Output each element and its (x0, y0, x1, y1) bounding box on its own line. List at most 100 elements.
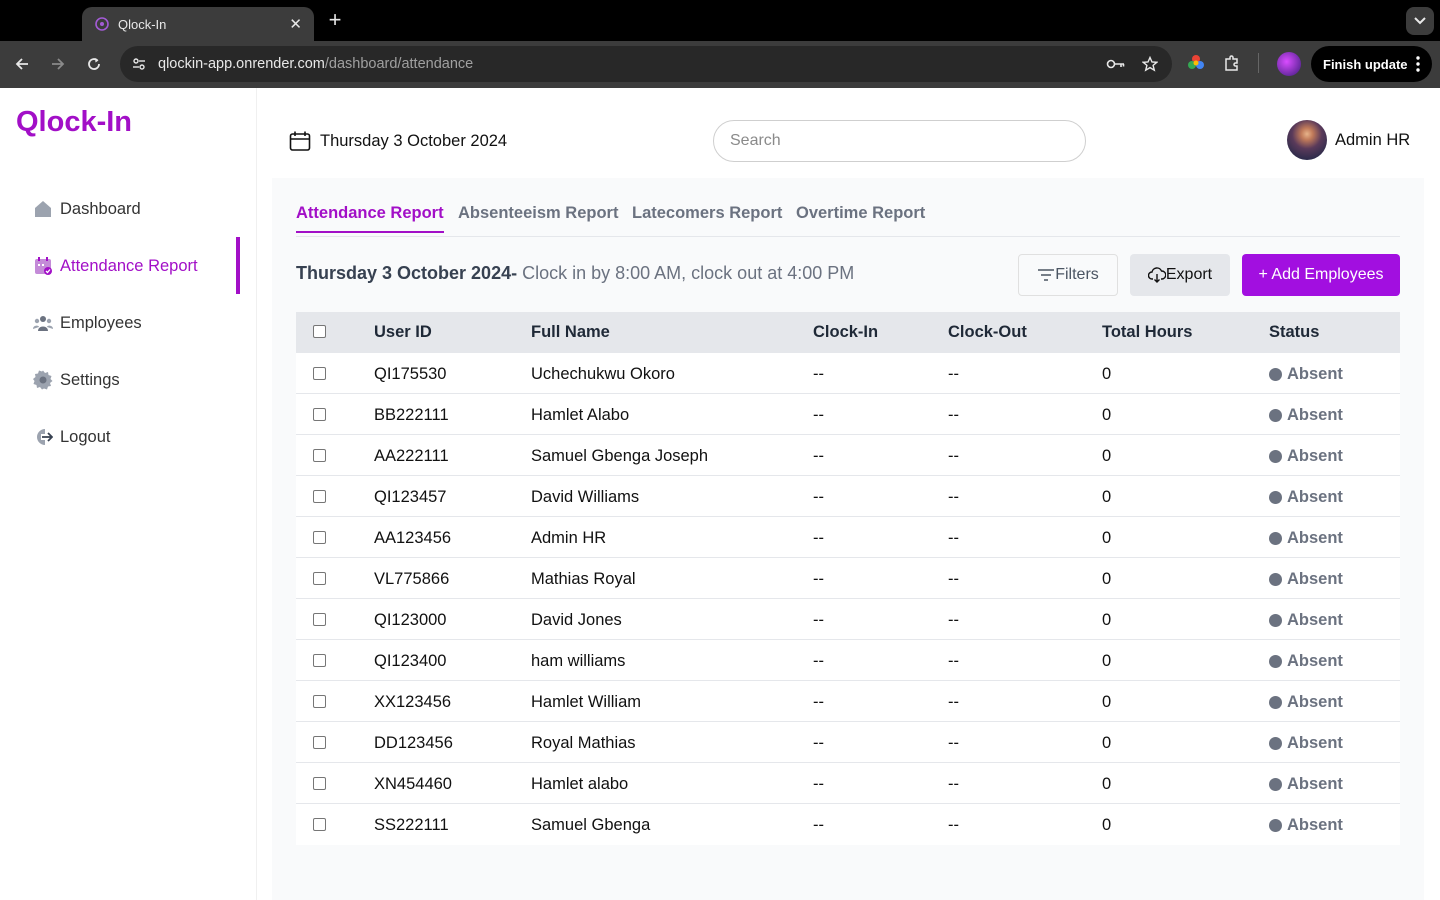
cell-total-hours: 0 (1102, 652, 1112, 670)
column-header-status[interactable]: Status (1269, 323, 1319, 342)
attendance-table: User ID Full Name Clock-In Clock-Out Tot… (296, 312, 1400, 845)
bookmark-star-icon[interactable] (1140, 54, 1160, 74)
row-checkbox[interactable] (313, 654, 326, 667)
row-checkbox[interactable] (313, 777, 326, 790)
address-bar[interactable]: qlockin-app.onrender.com/dashboard/atten… (120, 46, 1172, 82)
table-row[interactable]: AA123456 Admin HR -- -- 0 Absent (296, 517, 1400, 558)
row-checkbox[interactable] (313, 490, 326, 503)
cell-user-id: QI123457 (374, 488, 447, 506)
filter-icon (1038, 269, 1055, 281)
reload-button[interactable] (83, 53, 105, 75)
cell-total-hours: 0 (1102, 529, 1112, 547)
finish-update-button[interactable]: Finish update (1311, 46, 1432, 82)
row-checkbox[interactable] (313, 367, 326, 380)
tab-overtime-report[interactable]: Overtime Report (796, 204, 925, 231)
column-header-clock-out[interactable]: Clock-Out (948, 323, 1027, 342)
tab-close-icon[interactable]: ✕ (289, 17, 302, 32)
table-row[interactable]: SS222111 Samuel Gbenga -- -- 0 Absent (296, 804, 1400, 845)
status-badge: Absent (1269, 652, 1343, 671)
column-header-clock-in[interactable]: Clock-In (813, 323, 878, 342)
row-checkbox[interactable] (313, 572, 326, 585)
cell-clock-out: -- (948, 611, 959, 629)
status-badge: Absent (1269, 693, 1343, 712)
status-badge: Absent (1269, 447, 1343, 466)
table-row[interactable]: XX123456 Hamlet William -- -- 0 Absent (296, 681, 1400, 722)
cell-user-id: QI175530 (374, 365, 447, 383)
sidebar-item-logout[interactable]: Logout (32, 422, 110, 452)
forward-button[interactable] (47, 53, 69, 75)
table-row[interactable]: QI175530 Uchechukwu Okoro -- -- 0 Absent (296, 353, 1400, 394)
status-dot-icon (1269, 409, 1282, 422)
status-dot-icon (1269, 655, 1282, 668)
row-checkbox[interactable] (313, 613, 326, 626)
table-row[interactable]: AA222111 Samuel Gbenga Joseph -- -- 0 Absent (296, 435, 1400, 476)
row-checkbox[interactable] (313, 408, 326, 421)
tab-latecomers-report[interactable]: Latecomers Report (632, 204, 782, 231)
column-header-user-id[interactable]: User ID (374, 323, 432, 342)
status-dot-icon (1269, 819, 1282, 832)
cell-clock-out: -- (948, 775, 959, 793)
table-row[interactable]: XN454460 Hamlet alabo -- -- 0 Absent (296, 763, 1400, 804)
cell-total-hours: 0 (1102, 488, 1112, 506)
tab-absenteeism-report[interactable]: Absenteeism Report (458, 204, 618, 231)
tab-search-button[interactable] (1406, 7, 1434, 35)
table-row[interactable]: VL775866 Mathias Royal -- -- 0 Absent (296, 558, 1400, 599)
table-row[interactable]: BB222111 Hamlet Alabo -- -- 0 Absent (296, 394, 1400, 435)
cell-total-hours: 0 (1102, 734, 1112, 752)
cell-clock-in: -- (813, 488, 824, 506)
tab-attendance-report[interactable]: Attendance Report (296, 204, 444, 233)
table-row[interactable]: DD123456 Royal Mathias -- -- 0 Absent (296, 722, 1400, 763)
status-dot-icon (1269, 737, 1282, 750)
user-name: Admin HR (1335, 130, 1411, 149)
active-indicator (236, 237, 240, 294)
row-checkbox[interactable] (313, 818, 326, 831)
avatar[interactable] (1287, 120, 1327, 160)
profile-avatar[interactable] (1277, 52, 1301, 76)
extensions-puzzle-icon[interactable] (1222, 53, 1242, 73)
status-badge: Absent (1269, 570, 1343, 589)
add-employees-button[interactable]: + Add Employees (1242, 254, 1400, 296)
status-text: Absent (1287, 652, 1343, 670)
browser-tab[interactable]: Qlock-In ✕ (82, 7, 314, 41)
table-row[interactable]: QI123400 ham williams -- -- 0 Absent (296, 640, 1400, 681)
select-all-checkbox[interactable] (313, 325, 326, 338)
status-badge: Absent (1269, 775, 1343, 794)
cell-user-id: AA222111 (374, 447, 449, 465)
column-header-full-name[interactable]: Full Name (531, 323, 610, 342)
sidebar: Qlock-In Dashboard Attendance Report Emp… (0, 88, 257, 900)
cell-clock-in: -- (813, 365, 824, 383)
user-menu[interactable]: Admin HR (1287, 120, 1410, 160)
color-extension-icon[interactable] (1186, 53, 1206, 73)
row-checkbox[interactable] (313, 695, 326, 708)
cell-clock-out: -- (948, 488, 959, 506)
browser-toolbar: qlockin-app.onrender.com/dashboard/atten… (0, 41, 1440, 88)
password-key-icon[interactable] (1106, 54, 1126, 74)
new-tab-button[interactable]: + (324, 9, 346, 31)
row-checkbox[interactable] (313, 449, 326, 462)
row-checkbox[interactable] (313, 736, 326, 749)
status-badge: Absent (1269, 488, 1343, 507)
status-text: Absent (1287, 816, 1343, 834)
row-checkbox[interactable] (313, 531, 326, 544)
sidebar-item-employees[interactable]: Employees (32, 308, 142, 338)
cell-user-id: VL775866 (374, 570, 450, 588)
table-row[interactable]: QI123000 David Jones -- -- 0 Absent (296, 599, 1400, 640)
cell-user-id: AA123456 (374, 529, 452, 547)
cell-full-name: Admin HR (531, 529, 607, 547)
browser-tab-strip: Qlock-In ✕ + (0, 0, 1440, 41)
reload-icon (88, 58, 100, 70)
sidebar-item-settings[interactable]: Settings (32, 365, 120, 395)
sidebar-item-dashboard[interactable]: Dashboard (32, 194, 141, 224)
filters-button[interactable]: Filters (1018, 254, 1118, 296)
site-info-icon[interactable] (128, 53, 150, 75)
app-logo[interactable]: Qlock-In (16, 106, 132, 139)
sidebar-item-attendance-report[interactable]: Attendance Report (32, 251, 198, 281)
cell-clock-in: -- (813, 570, 824, 588)
export-button[interactable]: Export (1130, 254, 1230, 296)
table-row[interactable]: QI123457 David Williams -- -- 0 Absent (296, 476, 1400, 517)
cell-full-name: Uchechukwu Okoro (531, 365, 675, 383)
arrow-right-icon (52, 58, 65, 70)
back-button[interactable] (11, 53, 33, 75)
search-input[interactable] (713, 120, 1086, 162)
column-header-total-hours[interactable]: Total Hours (1102, 323, 1192, 342)
